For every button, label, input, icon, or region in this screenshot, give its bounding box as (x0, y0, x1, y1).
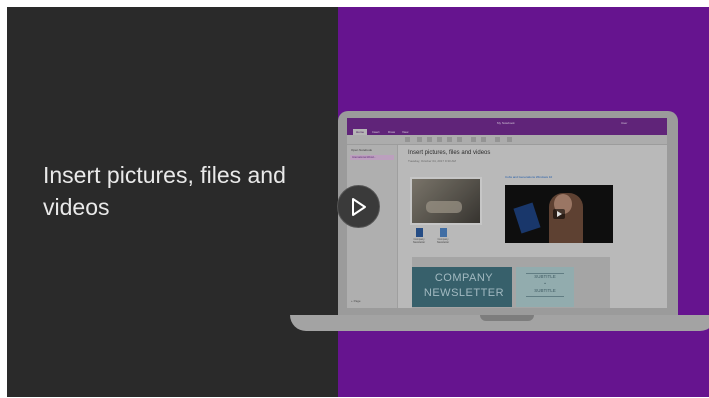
add-page-button[interactable]: + Page (351, 299, 361, 303)
attachment-label: Company Newsletter (436, 238, 450, 244)
page-date: Tuesday, October 04, 2017 9:30 AM (408, 159, 456, 163)
ribbon-tabs: Home Insert Draw View (347, 128, 667, 135)
bold-icon[interactable] (417, 137, 422, 142)
attachment-label: Company Newsletter (412, 238, 426, 244)
user-name: User (621, 121, 628, 125)
font-color-icon[interactable] (457, 137, 462, 142)
play-button[interactable] (337, 185, 380, 228)
newsletter-subtitles: SUBTITLE • SUBTITLE (534, 274, 556, 293)
word-file-icon (415, 228, 423, 237)
page-canvas[interactable]: Insert pictures, files and videos Tuesda… (398, 145, 667, 308)
bullets-icon[interactable] (471, 137, 476, 142)
divider (526, 296, 564, 297)
underline-icon[interactable] (437, 137, 442, 142)
checkbox-icon[interactable] (507, 137, 512, 142)
newsletter-title: COMPANY NEWSLETTER (423, 272, 505, 299)
video-play-icon[interactable] (553, 209, 565, 219)
play-icon (352, 198, 366, 216)
powerpoint-file-icon (439, 228, 447, 237)
laptop-screen: My Notebook User Home Insert Draw View O… (347, 118, 667, 308)
highlight-icon[interactable] (447, 137, 452, 142)
notebook-name[interactable]: Open Notebook (351, 148, 372, 152)
italic-icon[interactable] (427, 137, 432, 142)
paste-icon[interactable] (405, 137, 410, 142)
inserted-picture[interactable] (410, 177, 482, 225)
app-titlebar: My Notebook User (347, 118, 667, 128)
headline: Insert pictures, files and videos (43, 162, 286, 220)
attachment-ppt[interactable]: Company Newsletter (434, 228, 452, 244)
attachment-word[interactable]: Company Newsletter (410, 228, 428, 244)
picture-detail (426, 201, 462, 213)
ribbon-toolbar (347, 135, 667, 145)
video-thumbnail: Insert pictures, files and videos My Not… (7, 7, 709, 397)
numbering-icon[interactable] (481, 137, 486, 142)
page-title: Insert pictures, files and videos (408, 150, 491, 156)
laptop-notch (480, 315, 534, 321)
tablet-in-video (513, 202, 541, 234)
window-title: My Notebook (497, 121, 515, 125)
video-link[interactable]: Cubs and Generations Windows 10 (505, 175, 552, 179)
tag-icon[interactable] (495, 137, 500, 142)
section-tab[interactable]: International Wood... (350, 155, 394, 160)
embedded-video[interactable] (505, 185, 613, 243)
